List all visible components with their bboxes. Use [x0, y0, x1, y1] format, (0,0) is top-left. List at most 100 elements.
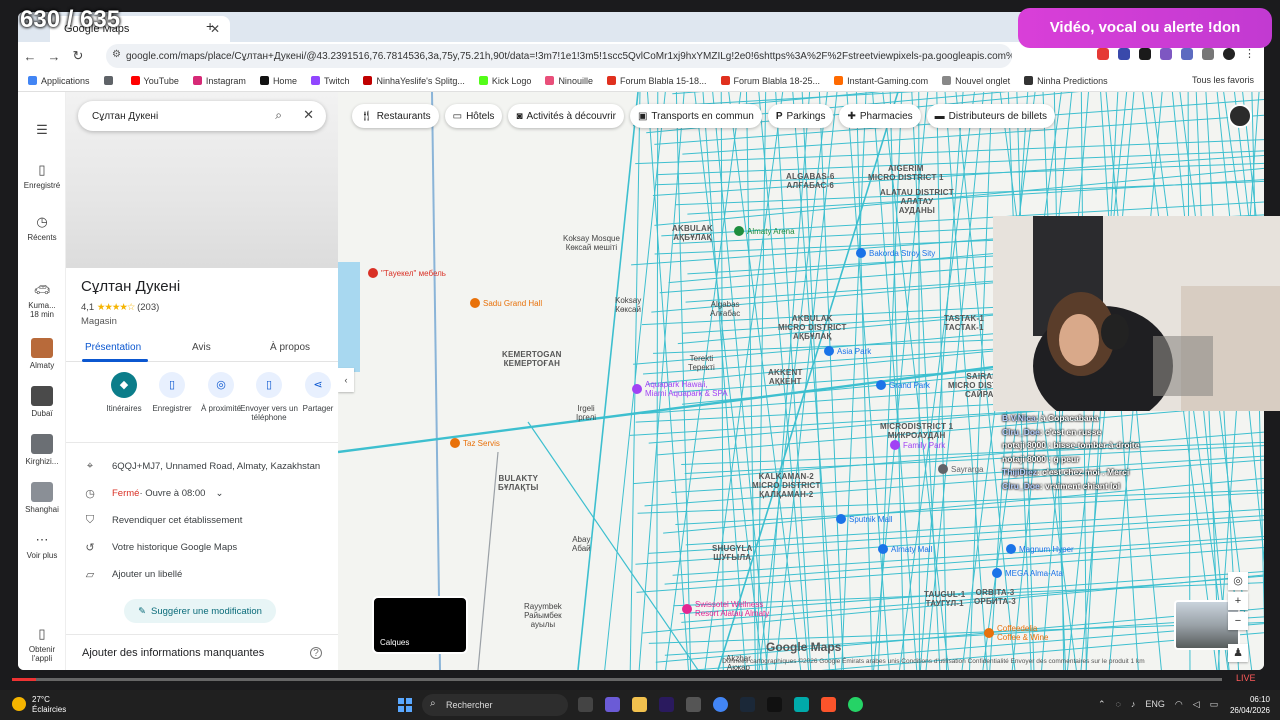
map-place-label[interactable]: Koksay Mosque Көксай мешіті [563, 234, 620, 252]
recent-place-dubai[interactable]: Dubaï [18, 386, 66, 418]
forward-icon[interactable]: → [42, 49, 66, 64]
map-place-label[interactable]: AIGERIM MICRO DISTRICT 1 [868, 164, 944, 182]
map-place-label[interactable]: AKBULAK MICRO DISTRICT АҚБҰЛАҚ [778, 314, 847, 341]
saved-button[interactable]: ▯ Enregistré [18, 162, 66, 190]
recent-button[interactable]: ◷ Récents [18, 214, 66, 242]
bookmark-item[interactable]: Ninha Predictions [1024, 76, 1108, 86]
map-poi[interactable]: Bakorda Stroy Sity [856, 248, 935, 258]
taskbar-search[interactable]: ⌕ Rechercher [422, 694, 568, 716]
bookmark-item[interactable]: Home [259, 76, 297, 86]
share-button[interactable]: ⋖ Partager [289, 372, 338, 413]
map-place-label[interactable]: KALKAMAN-2 MICRO DISTRICT ҚАЛҚАМАН-2 [752, 472, 821, 499]
zoom-out-button[interactable]: − [1228, 612, 1248, 630]
pegman-icon[interactable]: ♟ [1228, 644, 1248, 662]
volume-icon[interactable]: ◁ [1193, 699, 1200, 710]
map-place-label[interactable]: SHUGYLA ШУҒЫЛА [712, 544, 753, 562]
map-place-label[interactable]: AKKENT АҚКЕНТ [768, 368, 803, 386]
map-poi[interactable]: Family Park [890, 440, 945, 450]
map-poi[interactable]: Magnum Hyper [1006, 544, 1074, 554]
app-icon[interactable] [605, 697, 620, 712]
bookmark-item[interactable]: Twitch [310, 76, 349, 86]
puzzle-icon[interactable] [1202, 48, 1214, 60]
chrome-icon[interactable] [713, 697, 728, 712]
map-place-label[interactable]: ORBITA-3 ОРБИТА-3 [974, 588, 1016, 606]
all-bookmarks[interactable]: Tous les favoris [1192, 75, 1254, 85]
address-bar[interactable]: ⚙ google.com/maps/place/Сұлтан+Дукені/@4… [106, 44, 1012, 68]
wifi-icon[interactable]: ◠ [1175, 699, 1183, 710]
map-place-label[interactable]: Koksay Көксай [615, 296, 641, 314]
recent-place-almaty[interactable]: Almaty [18, 338, 66, 370]
map-place-label[interactable]: Abay Абай [572, 535, 591, 553]
chip-atms[interactable]: ▬ Distributeurs de billets [926, 104, 1056, 128]
bookmark-item[interactable]: YouTube [130, 76, 179, 86]
recent-place-shanghai[interactable]: Shanghai [18, 482, 66, 514]
map-place-label[interactable]: BULAKTY БҰЛАҚТЫ [498, 474, 539, 492]
clock[interactable]: 06:10 26/04/2026 [1230, 694, 1270, 716]
map-place-label[interactable]: Algabas Алғабас [710, 300, 740, 318]
layers-button[interactable]: Calques [372, 596, 468, 654]
extension-icon[interactable] [1160, 48, 1172, 60]
app-icon[interactable] [794, 697, 809, 712]
claim-row[interactable]: ⛉ Revendiquer cet établissement [80, 514, 243, 527]
search-input[interactable]: Сұлтан Дукені ⌕ ✕ [78, 101, 326, 131]
file-explorer-icon[interactable] [632, 697, 647, 712]
menu-button[interactable]: ☰ [18, 122, 66, 141]
chevron-down-icon[interactable]: ⌄ [215, 488, 223, 499]
recent-trip[interactable]: 🚗︎ Kuma... 18 min [18, 282, 66, 319]
history-row[interactable]: ↺ Votre historique Google Maps [80, 541, 237, 554]
menu-dots-icon[interactable]: ⋮ [1244, 48, 1256, 60]
map-poi[interactable]: Taz Servis [450, 438, 500, 448]
chip-things-to-do[interactable]: ◙ Activités à découvrir [508, 104, 624, 128]
language-indicator[interactable]: ENG [1145, 699, 1165, 710]
task-view-icon[interactable] [578, 697, 593, 712]
network-icon[interactable]: ◌ [1116, 699, 1121, 710]
suggest-edit-button[interactable]: ✎ Suggérer une modification [124, 599, 276, 623]
tab-about[interactable]: À propos [270, 342, 310, 353]
bookmark-item[interactable]: Ninouille [545, 76, 593, 86]
map-place-label[interactable]: KEMERTOGAN КЕМЕРТОҒАН [502, 350, 562, 368]
battery-icon[interactable]: ▭ [1210, 699, 1219, 710]
profile-avatar[interactable] [1223, 48, 1235, 60]
account-avatar[interactable] [1228, 104, 1252, 128]
hours-row[interactable]: ◷ Fermé · Ouvre à 08:00 ⌄ [80, 487, 223, 500]
map-place-label[interactable]: AKBULAK АҚБҰЛАҚ [672, 224, 713, 242]
chip-hotels[interactable]: ▭ Hôtels [444, 104, 503, 128]
collapse-panel-button[interactable]: ‹ [338, 368, 354, 392]
search-icon[interactable]: ⌕ [275, 108, 282, 123]
map-place-label[interactable]: ALATAU DISTRICT АЛАТАУ АУДАНЫ [880, 188, 954, 215]
chip-transit[interactable]: ▣ Transports en commun [629, 104, 762, 128]
back-icon[interactable]: ← [18, 49, 42, 64]
weather-widget[interactable]: 27°C Éclaircies [12, 695, 66, 715]
map-poi[interactable]: Asia Park [824, 346, 871, 356]
bookmark-item[interactable]: Forum Blabla 15-18... [606, 76, 707, 86]
bookmark-item[interactable]: Applications [28, 76, 90, 86]
address-row[interactable]: ⌖ 6QQJ+MJ7, Unnamed Road, Almaty, Kazakhs… [80, 460, 320, 473]
map-place-label[interactable]: ALGABAS-6 АЛҒАБАС-6 [786, 172, 834, 190]
map-poi[interactable]: Swissotel Wellness Resort Alatau Almaty [682, 600, 769, 618]
mic-icon[interactable]: ♪ [1131, 699, 1136, 710]
map-poi[interactable]: Almaty Mall [878, 544, 932, 554]
app-icon[interactable] [686, 697, 701, 712]
map-place-label[interactable]: Rayymbek Райымбек ауылы [524, 602, 562, 629]
help-icon[interactable]: ? [310, 647, 322, 659]
map-place-label[interactable]: Irgeli Іргелі [576, 404, 596, 422]
chevron-up-icon[interactable]: ⌃ [1098, 699, 1106, 710]
site-info-icon[interactable]: ⚙ [112, 49, 121, 60]
map-poi[interactable]: Coffeedelia Coffee & Wine [984, 624, 1048, 642]
map-place-label[interactable]: Terekti Теректі [688, 354, 715, 372]
reload-icon[interactable]: ↻ [66, 48, 90, 64]
chip-restaurants[interactable]: 🍴︎ Restaurants [352, 104, 439, 128]
bookmark-item[interactable]: NinhaYeslife's Splitg... [363, 76, 465, 86]
label-row[interactable]: ▱ Ajouter un libellé [80, 568, 182, 581]
map-poi[interactable]: Sadu Grand Hall [470, 298, 542, 308]
more-button[interactable]: ⋯ Voir plus [18, 532, 66, 560]
map-place-label[interactable]: TAUGUL-1 ТАУГҮЛ-1 [924, 590, 965, 608]
my-location-icon[interactable]: ◎ [1228, 572, 1248, 590]
place-category[interactable]: Magasin [81, 316, 117, 327]
tab-overview[interactable]: Présentation [85, 342, 141, 353]
bookmark-item[interactable]: Instant-Gaming.com [834, 76, 928, 86]
map-poi[interactable]: Almaty Arena [734, 226, 795, 236]
extension-icon[interactable] [1097, 48, 1109, 60]
get-app-button[interactable]: ▯ Obtenir l'appli [18, 626, 66, 663]
extension-icon[interactable] [1139, 48, 1151, 60]
